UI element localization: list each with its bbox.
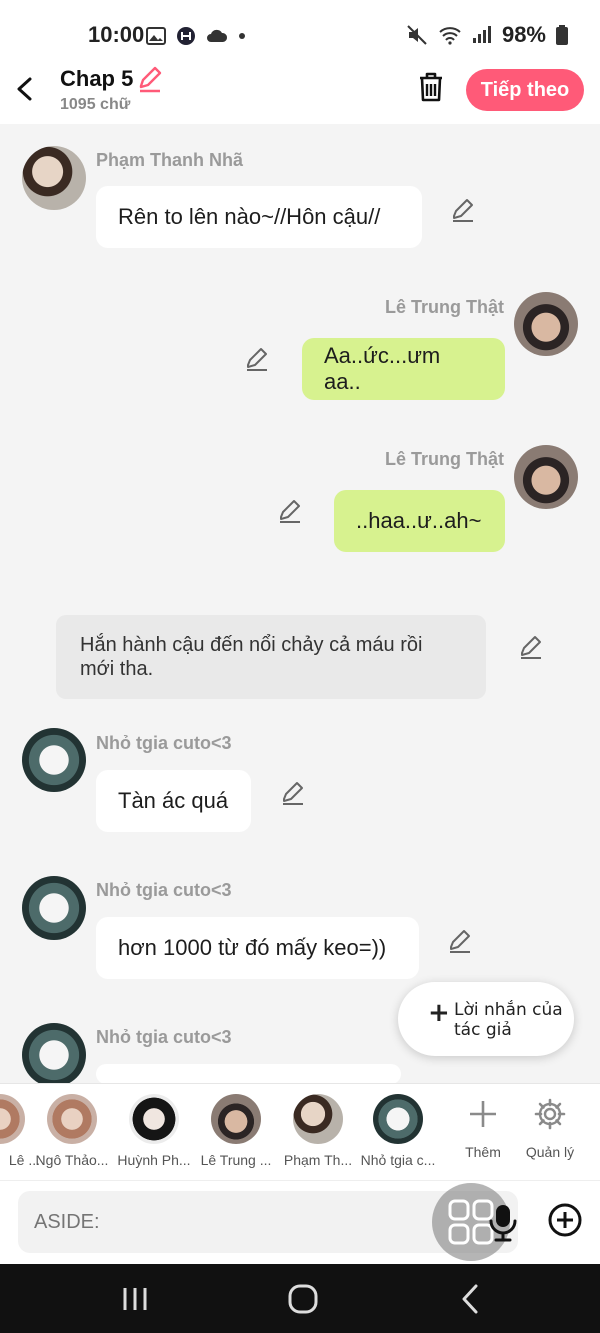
message-bubble[interactable]: hơn 1000 từ đó mấy keo=)) bbox=[96, 917, 419, 979]
status-time: 10:00 bbox=[88, 22, 145, 47]
edit-message-icon[interactable] bbox=[447, 928, 473, 954]
author-note-button[interactable]: + Lời nhắn của tác giả bbox=[398, 982, 574, 1056]
edit-message-icon[interactable] bbox=[450, 197, 476, 223]
message-bubble[interactable]: Aa..ức...ưm aa.. bbox=[302, 338, 505, 400]
manage-characters-button[interactable]: Quản lý bbox=[515, 1094, 585, 1160]
chapter-header: Chap 5 1095 chữ Tiếp theo bbox=[0, 60, 600, 124]
character-item[interactable]: Nhỏ tgia c... bbox=[358, 1094, 438, 1168]
battery-percent: 98% bbox=[501, 22, 546, 47]
character-item[interactable]: Lê Trung ... bbox=[196, 1094, 276, 1168]
add-character-button[interactable]: Thêm bbox=[448, 1094, 518, 1160]
word-count: 1095 chữ bbox=[60, 96, 131, 113]
character-avatar bbox=[129, 1094, 179, 1144]
cloud-icon bbox=[207, 29, 228, 42]
character-avatar bbox=[0, 1094, 25, 1144]
back-nav-icon[interactable] bbox=[450, 1282, 490, 1316]
microphone-icon[interactable] bbox=[486, 1203, 520, 1243]
message-bubble[interactable]: ..haa..ư..ah~ bbox=[334, 490, 505, 552]
narration-block[interactable]: Hắn hành cậu đến nổi chảy cả máu rồi mới… bbox=[56, 615, 486, 699]
character-item[interactable]: Ngô Thảo... bbox=[32, 1094, 112, 1168]
composer-bar bbox=[0, 1180, 600, 1265]
manage-characters-label: Quản lý bbox=[525, 1144, 575, 1160]
message-bubble[interactable]: Tàn ác quá bbox=[96, 770, 251, 832]
plus-icon: + bbox=[428, 998, 450, 1028]
character-avatar bbox=[211, 1094, 261, 1144]
character-item[interactable]: Phạm Th... bbox=[278, 1094, 358, 1168]
add-circle-icon[interactable] bbox=[546, 1201, 584, 1239]
app-icon bbox=[177, 27, 195, 45]
signal-icon bbox=[472, 26, 491, 43]
trash-icon[interactable] bbox=[414, 70, 448, 104]
avatar[interactable] bbox=[514, 292, 578, 356]
back-icon[interactable] bbox=[10, 72, 40, 106]
edit-message-icon[interactable] bbox=[280, 780, 306, 806]
add-character-label: Thêm bbox=[465, 1144, 501, 1160]
character-strip: Lê ... Ngô Thảo... Huỳnh Ph... Lê Trung … bbox=[0, 1083, 600, 1180]
gallery-icon bbox=[146, 27, 166, 45]
message-sender: Nhỏ tgia cuto<3 bbox=[96, 880, 232, 900]
avatar[interactable] bbox=[22, 728, 86, 792]
avatar[interactable] bbox=[22, 1023, 86, 1087]
message-sender: Nhỏ tgia cuto<3 bbox=[96, 1027, 232, 1047]
character-name: Nhỏ tgia c... bbox=[360, 1152, 436, 1168]
system-nav-bar bbox=[0, 1264, 600, 1333]
character-avatar bbox=[293, 1094, 343, 1144]
character-name: Lê Trung ... bbox=[200, 1152, 272, 1168]
recent-apps-icon[interactable] bbox=[115, 1282, 155, 1316]
plus-icon bbox=[470, 1101, 496, 1127]
message-bubble[interactable] bbox=[96, 1064, 401, 1084]
message-sender: Lê Trung Thật bbox=[385, 449, 504, 469]
edit-message-icon[interactable] bbox=[244, 346, 270, 372]
dot-icon bbox=[239, 33, 245, 39]
character-name: Ngô Thảo... bbox=[35, 1152, 109, 1168]
chapter-title: Chap 5 bbox=[60, 66, 134, 91]
avatar[interactable] bbox=[22, 876, 86, 940]
status-bar: 10:00 98% bbox=[0, 0, 600, 66]
message-sender: Lê Trung Thật bbox=[385, 297, 504, 317]
character-name: Huỳnh Ph... bbox=[117, 1152, 191, 1168]
edit-title-icon[interactable] bbox=[136, 65, 164, 93]
wifi-icon bbox=[439, 27, 461, 45]
edit-message-icon[interactable] bbox=[277, 498, 303, 524]
message-sender: Nhỏ tgia cuto<3 bbox=[96, 733, 232, 753]
edit-narration-icon[interactable] bbox=[518, 634, 544, 660]
character-avatar bbox=[373, 1094, 423, 1144]
character-name: Phạm Th... bbox=[283, 1152, 353, 1168]
next-chapter-button[interactable]: Tiếp theo bbox=[466, 69, 584, 111]
character-avatar bbox=[47, 1094, 97, 1144]
mute-icon bbox=[407, 25, 427, 45]
battery-icon bbox=[556, 25, 568, 45]
gear-icon bbox=[534, 1098, 566, 1130]
character-item[interactable]: Huỳnh Ph... bbox=[114, 1094, 194, 1168]
message-bubble[interactable]: Rên to lên nào~//Hôn cậu// bbox=[96, 186, 422, 248]
author-note-label: Lời nhắn của tác giả bbox=[454, 1000, 563, 1040]
message-sender: Phạm Thanh Nhã bbox=[96, 150, 244, 170]
home-icon[interactable] bbox=[282, 1282, 322, 1316]
avatar[interactable] bbox=[514, 445, 578, 509]
avatar[interactable] bbox=[22, 146, 86, 210]
